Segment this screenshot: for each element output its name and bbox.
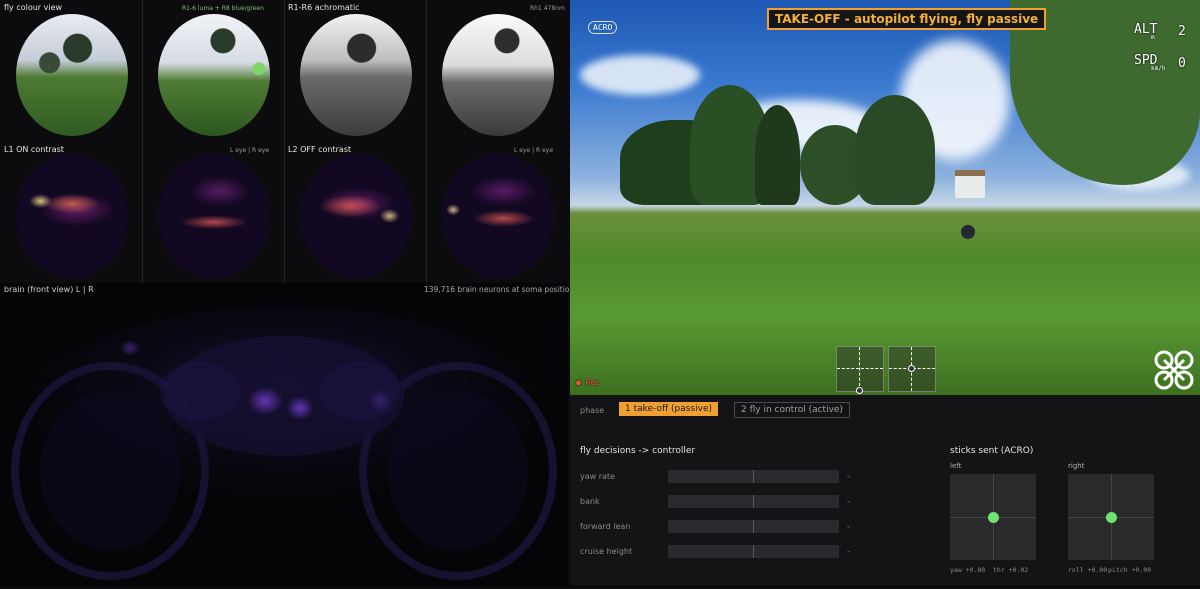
decision-bar-cruise-height [668, 545, 839, 558]
right-eye-achromatic-view [442, 14, 554, 136]
roll-value: roll +0.00 [1068, 566, 1108, 574]
sticks-title: sticks sent (ACRO) [950, 446, 1034, 456]
left-eye-colour-view [16, 14, 128, 136]
rec-indicator: ● Rec [576, 378, 601, 387]
achromatic-view-title: R1-R6 achromatic [288, 3, 360, 12]
achromatic-view-subtitle: Rh1 478nm [530, 5, 565, 12]
decision-value-bank: - [847, 497, 850, 506]
decision-label-bank: bank [580, 497, 600, 506]
left-eye-achromatic-view [300, 14, 412, 136]
control-panel: phase 1 take-off (passive) 2 fly in cont… [570, 395, 1200, 585]
spd-unit: km/h [1151, 65, 1166, 72]
decision-bar-forward-lean [668, 520, 839, 533]
cloud [580, 55, 700, 95]
right-stick-position [1106, 512, 1117, 523]
decision-value-cruise-height: - [847, 547, 850, 556]
divider [142, 142, 143, 283]
yaw-value: yaw +0.00 [950, 566, 986, 574]
tree [855, 95, 935, 205]
gazebo [955, 170, 985, 198]
spd-value: 0 [1178, 56, 1186, 71]
phase-banner: TAKE-OFF - autopilot flying, fly passive [767, 8, 1047, 30]
ball [961, 225, 975, 239]
pitch-value: pitch +0.00 [1108, 566, 1152, 574]
divider [284, 142, 285, 283]
left-stick-label: left [950, 462, 962, 470]
hud-stick-crosshair [859, 347, 860, 391]
l1-eye-labels: L eye | R eye [230, 147, 270, 154]
hud-stick-crosshair [837, 368, 883, 369]
phase-fly-in-control-button[interactable]: 2 fly in control (active) [734, 402, 850, 418]
divider [426, 142, 427, 283]
right-stick-label: right [1068, 462, 1085, 470]
drone-icon [1154, 350, 1194, 390]
hud-stick-dot [856, 387, 863, 394]
right-eye-l1-on [158, 154, 270, 278]
left-stick-pad [950, 474, 1036, 560]
decision-label-yaw-rate: yaw rate [580, 472, 615, 481]
right-eye-colour-view [158, 14, 270, 136]
colour-view-title: fly colour view [4, 3, 63, 12]
alt-value: 2 [1178, 24, 1186, 39]
brain-neuron-count: 139,716 brain neurons at soma positions [424, 285, 579, 294]
alt-unit: m [1151, 34, 1155, 41]
flight-mode-badge: ACRO [588, 21, 618, 34]
decision-bar-yaw-rate [668, 470, 839, 483]
left-eye-l2-off [300, 154, 412, 278]
l2-title: L2 OFF contrast [288, 145, 352, 154]
hud-stick-dot [908, 365, 915, 372]
right-stick-pad [1068, 474, 1154, 560]
divider [142, 0, 143, 142]
decision-value-yaw-rate: - [847, 472, 850, 481]
throttle-value: thr +0.02 [993, 566, 1029, 574]
divider [426, 0, 427, 142]
decision-label-cruise-height: cruise height [580, 547, 633, 556]
vision-row-colour: fly colour view R1-6 luma + R8 blue/gree… [0, 0, 568, 142]
left-eye-l1-on [16, 154, 128, 278]
decision-bar-bank [668, 495, 839, 508]
tree [755, 105, 800, 205]
divider [284, 0, 285, 142]
decision-label-forward-lean: forward lean [580, 522, 631, 531]
phase-takeoff-button[interactable]: 1 take-off (passive) [619, 402, 719, 416]
decision-value-forward-lean: - [847, 522, 850, 531]
right-eye-l2-off [442, 154, 554, 278]
left-stick-position [988, 512, 999, 523]
hud-right-stick [888, 346, 936, 392]
brain-front-view [0, 296, 568, 585]
drone-camera-view: ACRO TAKE-OFF - autopilot flying, fly pa… [570, 0, 1200, 395]
vision-row-contrast: L1 ON contrast L eye | R eye L2 OFF cont… [0, 142, 568, 283]
l2-eye-labels: L eye | R eye [514, 147, 554, 154]
phase-label: phase [580, 406, 605, 415]
brain-title: brain (front view) L | R [4, 285, 94, 294]
l1-title: L1 ON contrast [4, 145, 64, 154]
decisions-title: fly decisions -> controller [580, 446, 696, 456]
fly-vision-panel: fly colour view R1-6 luma + R8 blue/gree… [0, 0, 578, 585]
colour-view-subtitle: R1-6 luma + R8 blue/green [182, 5, 264, 12]
hud-left-stick [836, 346, 884, 394]
